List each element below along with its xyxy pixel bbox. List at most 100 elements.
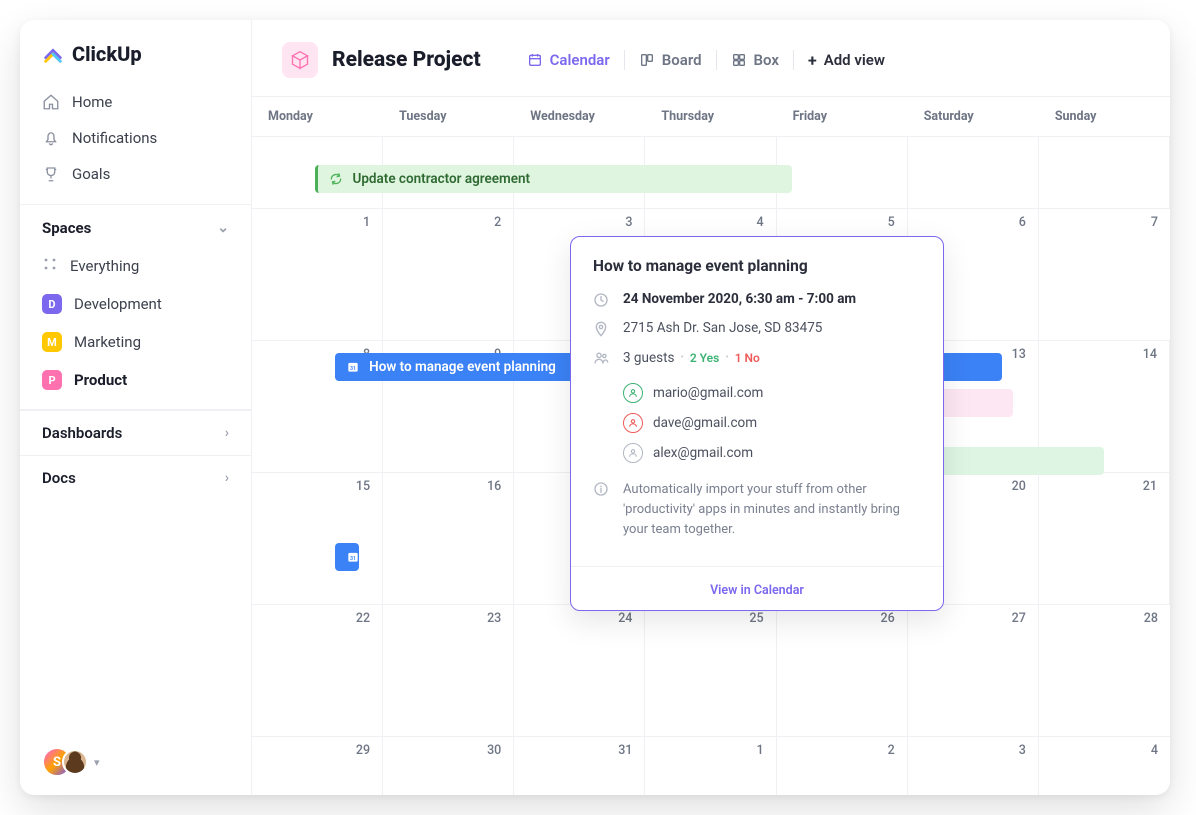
brand-name: ClickUp [72,42,142,66]
chevron-down-icon: ▾ [94,756,100,769]
event-icon [328,171,344,187]
sidebar-item-dashboards[interactable]: Dashboards› [20,410,251,455]
space-badge: P [42,370,62,390]
day-cell[interactable]: 7 [1039,209,1170,340]
everything-label: Everything [70,257,139,275]
day-number: 29 [356,743,370,758]
day-cell[interactable]: 25 [645,605,776,736]
day-cell[interactable]: 2 [777,737,908,795]
tab-label: Calendar [550,51,610,69]
svg-text:31: 31 [350,366,356,372]
day-number: 28 [1144,611,1158,626]
tab-board[interactable]: Board [625,45,716,75]
user-menu[interactable]: S ▾ [20,729,251,795]
day-cell[interactable] [777,137,908,208]
space-label: Product [74,371,127,389]
guest-avatar-icon [623,383,643,403]
day-cell[interactable]: 24 [514,605,645,736]
day-cell[interactable]: 27 [908,605,1039,736]
nav-label: Home [72,93,112,111]
sidebar-space-product[interactable]: P Product [20,361,251,399]
app-window: ClickUp HomeNotificationsGoals Spaces ⌄ … [20,20,1170,795]
day-number: 13 [1012,347,1026,362]
day-cell[interactable]: 31 [514,737,645,795]
week-row: Update contractor agreement [252,137,1170,209]
view-in-calendar-link[interactable]: View in Calendar [710,583,804,598]
sidebar-space-marketing[interactable]: MMarketing [20,323,251,361]
day-cell[interactable]: 22 [252,605,383,736]
sidebar-item-everything[interactable]: Everything [20,247,251,285]
calendar-icon [527,52,543,68]
brand-logo[interactable]: ClickUp [20,20,251,84]
day-header: Monday [252,97,383,136]
popup-description: Automatically import your stuff from oth… [623,480,921,540]
day-cell[interactable]: 26 [777,605,908,736]
day-number: 21 [1143,479,1157,494]
home-icon [42,93,60,111]
day-number: 4 [756,215,763,230]
bell-icon [42,129,60,147]
guest-email: dave@gmail.com [653,415,757,431]
day-cell[interactable]: 23 [383,605,514,736]
day-cell[interactable]: 29 [252,737,383,795]
day-cell[interactable]: 3 [908,737,1039,795]
sidebar-space-development[interactable]: DDevelopment [20,285,251,323]
day-cell[interactable]: 30 [383,737,514,795]
box-icon [731,52,747,68]
day-number: 22 [356,611,370,626]
chevron-right-icon: › [225,425,229,441]
day-cell[interactable]: 15 [252,473,383,604]
avatar-stack: S [42,747,88,777]
guest-row: dave@gmail.com [623,408,921,438]
day-cell[interactable]: 16 [383,473,514,604]
day-number: 24 [618,611,632,626]
day-cell[interactable]: 28 [1039,605,1170,736]
guest-email: mario@gmail.com [653,385,763,401]
day-number: 3 [625,215,632,230]
popup-location: 2715 Ash Dr. San Jose, SD 83475 [623,320,822,337]
tab-calendar[interactable]: Calendar [513,45,624,75]
calendar-event[interactable]: Update contractor agreement [315,165,791,193]
add-view-button[interactable]: +Add view [794,45,899,76]
day-cell[interactable]: 1 [645,737,776,795]
day-header: Wednesday [514,97,645,136]
nav-label: Notifications [72,129,157,147]
avatar [62,749,88,775]
day-number: 25 [749,611,763,626]
project-icon[interactable] [282,42,318,78]
day-number: 15 [356,479,370,494]
day-number: 26 [880,611,894,626]
sidebar-item-notifications[interactable]: Notifications [32,120,239,156]
day-cell[interactable]: 4 [1039,737,1170,795]
sidebar-item-docs[interactable]: Docs› [20,455,251,500]
tab-box[interactable]: Box [717,45,793,75]
calendar-event[interactable]: 31 [335,543,359,571]
guest-list: mario@gmail.com dave@gmail.com alex@gmail.… [623,378,921,468]
trophy-icon [42,165,60,183]
spaces-header[interactable]: Spaces ⌄ [20,205,251,247]
day-cell[interactable] [908,137,1039,208]
clickup-logo-icon [42,43,64,65]
plus-icon: + [808,51,817,70]
space-badge: M [42,332,62,352]
day-cell[interactable]: 21 [1039,473,1170,604]
info-icon [593,481,609,497]
sidebar-item-goals[interactable]: Goals [32,156,239,192]
guest-email: alex@gmail.com [653,445,753,461]
popup-guests-row: 3 guests • 2 Yes • 1 No [593,349,921,366]
day-header: Tuesday [383,97,514,136]
event-icon: 31 [345,359,361,375]
bottom-label: Docs [42,469,76,487]
day-cell[interactable] [1039,137,1170,208]
popup-title: How to manage event planning [593,257,921,275]
day-cell[interactable]: 1 [252,209,383,340]
chevron-down-icon: ⌄ [217,220,229,236]
day-number: 20 [1012,479,1026,494]
day-cell[interactable]: 2 [383,209,514,340]
grid-dots-icon [42,256,58,276]
svg-text:31: 31 [350,556,356,562]
sidebar-item-home[interactable]: Home [32,84,239,120]
day-number: 2 [494,215,501,230]
day-number: 1 [363,215,370,230]
week-row: 29 30311234 [252,737,1170,795]
